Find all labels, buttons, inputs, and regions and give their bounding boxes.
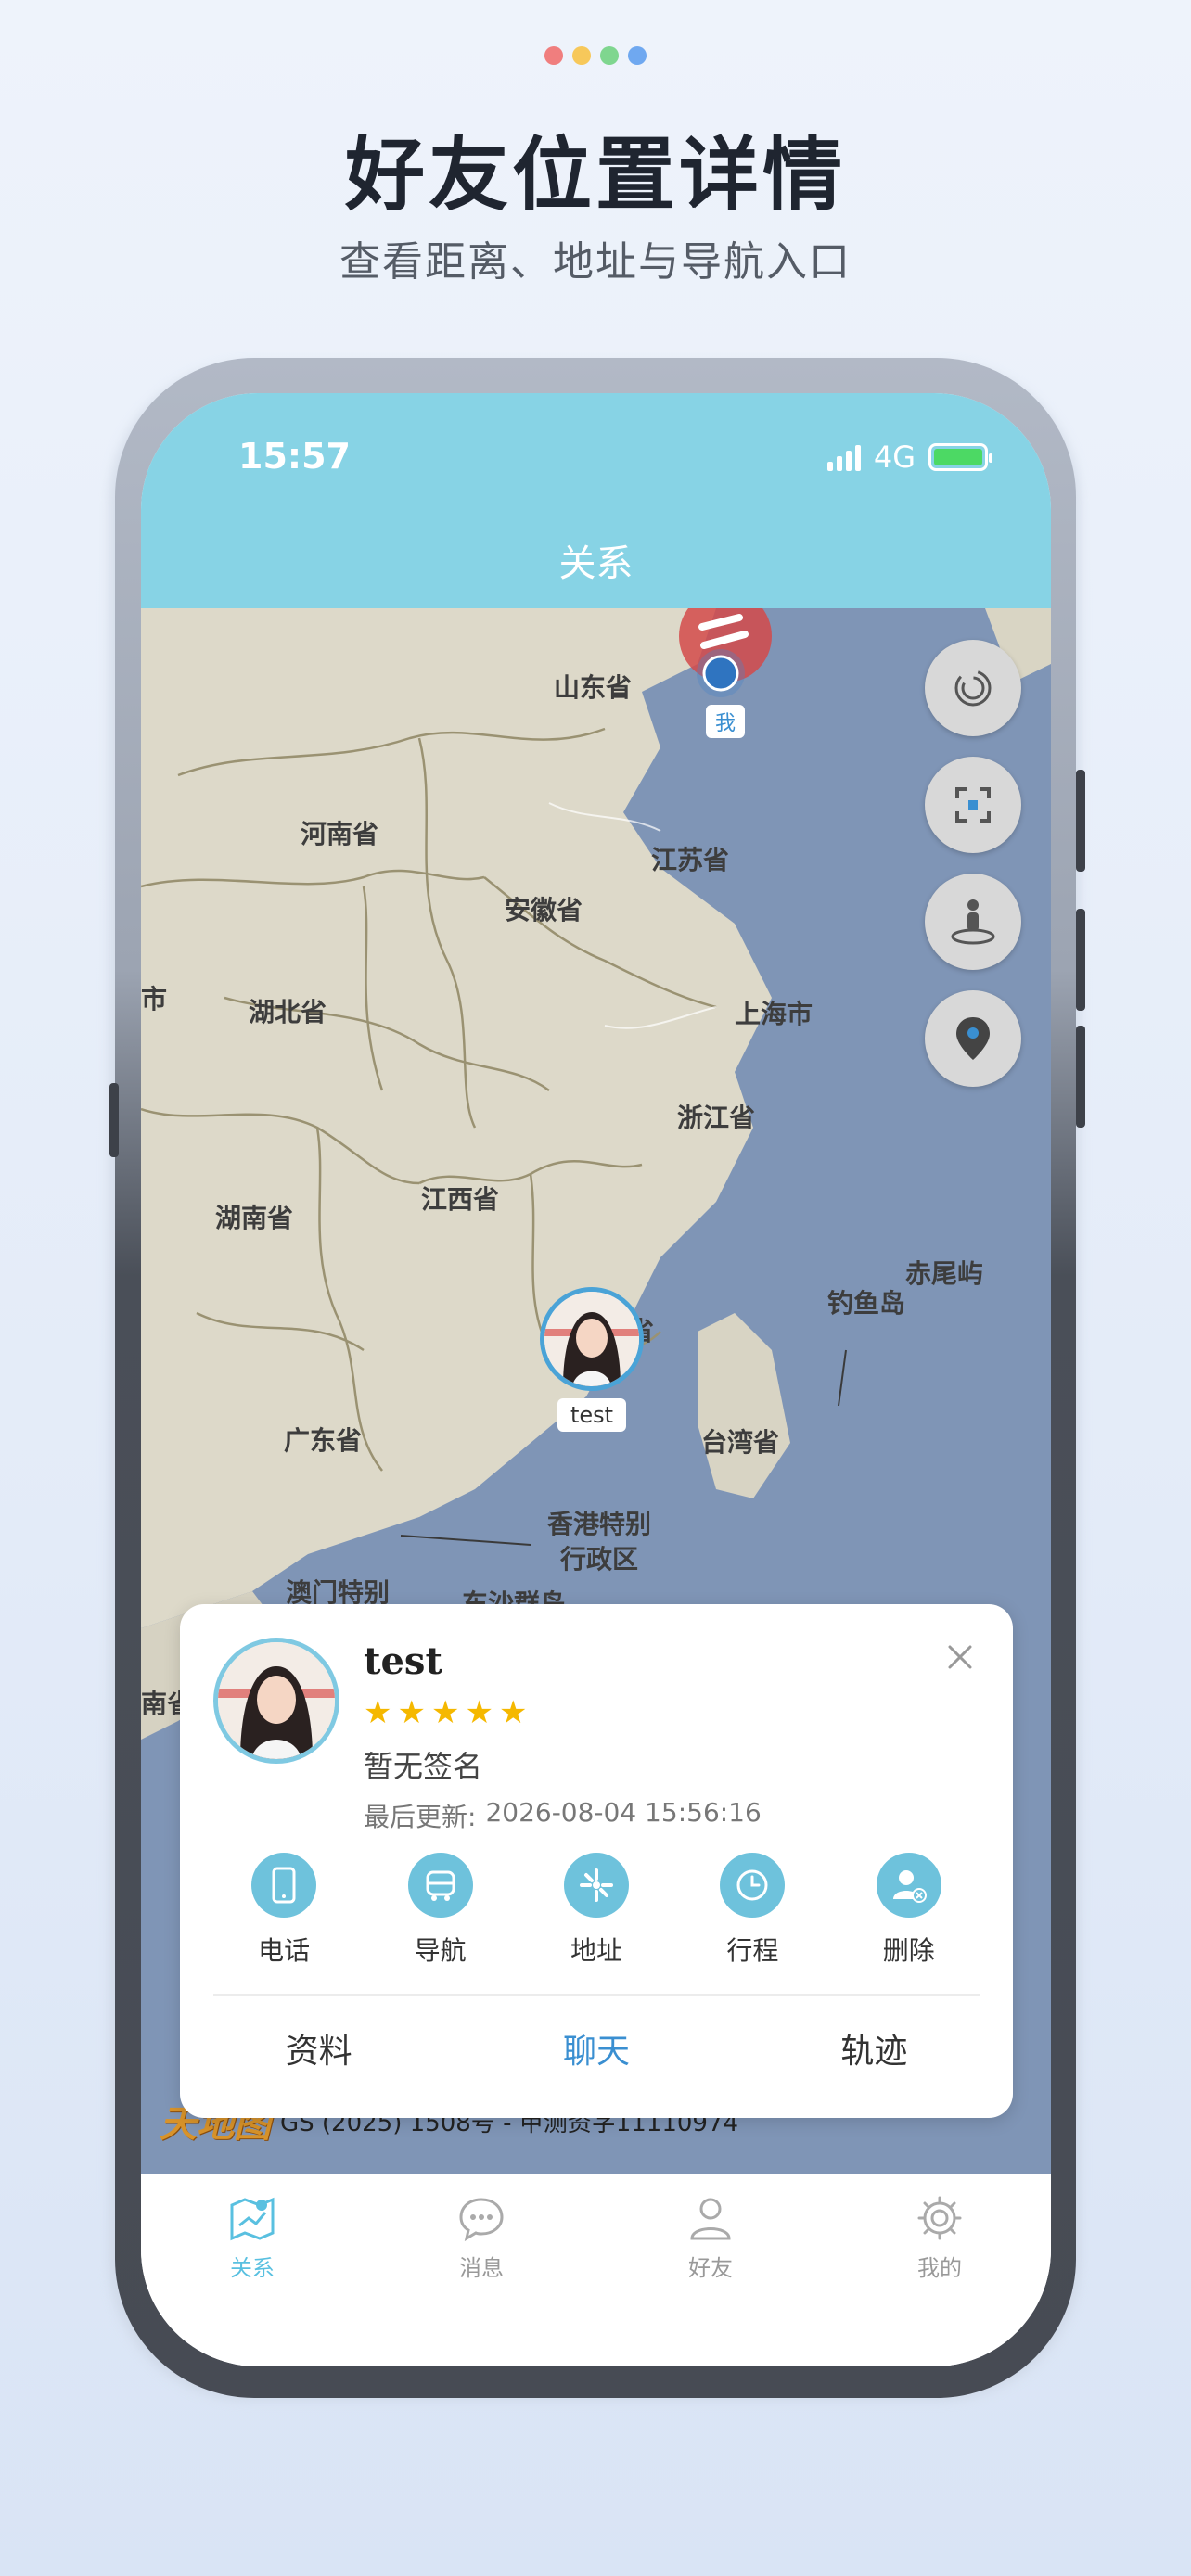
status-time: 15:57: [238, 436, 351, 477]
star-icon: ★: [397, 1694, 426, 1731]
map-label: 安徽省: [505, 895, 583, 925]
chat-icon: [459, 2198, 504, 2242]
trip-button[interactable]: 行程: [697, 1853, 808, 1968]
navigate-label: 导航: [414, 1935, 467, 1966]
dot-blue: [628, 46, 647, 65]
friend-info-card: test ★ ★ ★ ★ ★ 暂无签名 最后更新: 2026-08-04 15:…: [180, 1604, 1013, 2118]
tab-friends-label: 好友: [688, 2255, 733, 2281]
nav-title: 关系: [558, 542, 634, 585]
map-label: 行政区: [560, 1544, 639, 1575]
map-tools: [925, 640, 1021, 1087]
star-icon: ★: [465, 1694, 493, 1731]
trip-label: 行程: [726, 1935, 779, 1966]
navigation-icon: [426, 1870, 455, 1901]
map-label: 湖北省: [249, 997, 327, 1027]
call-label: 电话: [258, 1935, 311, 1966]
map-label: 上海市: [735, 999, 813, 1029]
profile-button[interactable]: 资料: [180, 1997, 457, 2107]
refresh-button[interactable]: [925, 640, 1021, 736]
friend-marker[interactable]: test: [540, 1287, 644, 1432]
status-bar: 15:57 4G: [141, 393, 1051, 519]
track-button[interactable]: 轨迹: [736, 1997, 1013, 2107]
gear-icon: [917, 2196, 962, 2240]
map-label: 香港特别: [547, 1509, 652, 1539]
address-icon: [579, 1868, 613, 1902]
close-icon: [948, 1645, 972, 1669]
clock-icon: [736, 1869, 768, 1901]
star-icon: ★: [498, 1694, 528, 1731]
refresh-icon: [954, 670, 992, 707]
focus-icon: [955, 787, 991, 823]
tab-relations-label: 关系: [230, 2255, 275, 2281]
status-indicators: 4G: [826, 440, 992, 475]
map-icon: [230, 2197, 275, 2241]
tab-mine[interactable]: 我的: [884, 2174, 995, 2366]
tab-relations[interactable]: 关系: [197, 2174, 308, 2366]
rating-stars: ★ ★ ★ ★ ★: [364, 1697, 527, 1728]
map-label: 钓鱼岛: [827, 1288, 906, 1319]
page-title: 好友位置详情: [345, 129, 846, 222]
phone-side-button: [1076, 909, 1085, 1011]
tab-friends[interactable]: 好友: [655, 2174, 766, 2366]
address-label: 地址: [570, 1935, 622, 1966]
map-label: 浙江省: [677, 1103, 756, 1133]
focus-button[interactable]: [925, 757, 1021, 853]
decorative-dots: [0, 46, 1191, 65]
dot-green: [600, 46, 619, 65]
map-label: 台湾省: [701, 1427, 780, 1458]
my-location-marker[interactable]: 我: [674, 608, 776, 742]
tab-messages[interactable]: 消息: [426, 2174, 537, 2366]
navigate-button[interactable]: 导航: [385, 1853, 496, 1968]
phone-side-button: [1076, 770, 1085, 872]
phone-icon: [272, 1867, 296, 1904]
person-icon: [690, 2198, 731, 2240]
map-label: 市: [141, 984, 168, 1014]
tab-bar: 关系 消息 好友 我的: [141, 2174, 1051, 2366]
my-location-label: 我: [706, 705, 746, 738]
friend-signature: 暂无签名: [364, 1749, 483, 1784]
delete-label: 删除: [882, 1935, 935, 1966]
phone-side-button: [109, 1083, 119, 1157]
map-label: 赤尾屿: [905, 1258, 984, 1289]
card-avatar[interactable]: [213, 1638, 339, 1764]
location-icon: [956, 1017, 990, 1060]
last-update-value: 2026-08-04 15:56:16: [485, 1797, 762, 1828]
map-label: 湖南省: [215, 1203, 294, 1233]
last-update-label: 最后更新:: [364, 1802, 477, 1832]
delete-friend-button[interactable]: 删除: [853, 1853, 965, 1968]
map-label: 山东省: [554, 672, 633, 703]
friend-name-label: test: [557, 1398, 627, 1432]
person-location-button[interactable]: [925, 874, 1021, 970]
card-divider: [213, 1994, 980, 1996]
delete-user-icon: [892, 1870, 927, 1903]
friend-avatar: [540, 1287, 644, 1391]
address-button[interactable]: 地址: [541, 1853, 652, 1968]
map-label: 江苏省: [651, 845, 730, 875]
dot-red: [544, 46, 563, 65]
card-bottom-actions: 资料 聊天 轨迹: [180, 1997, 1013, 2107]
map-label: 河南省: [301, 819, 379, 849]
last-update: 最后更新: 2026-08-04 15:56:16: [364, 1797, 762, 1834]
tab-messages-label: 消息: [459, 2255, 504, 2281]
map-label: 广东省: [284, 1425, 363, 1456]
phone-side-button: [1076, 1026, 1085, 1128]
close-button[interactable]: [946, 1643, 974, 1671]
tab-mine-label: 我的: [917, 2255, 962, 2281]
battery-icon: [928, 443, 992, 471]
star-icon: ★: [364, 1694, 392, 1731]
page-subtitle: 查看距离、地址与导航入口: [339, 238, 852, 286]
dot-yellow: [572, 46, 591, 65]
phone-screen: 15:57 4G 关系 山东省 河南省 江苏省 安徽省 湖北省 上海市 浙江省 …: [141, 393, 1051, 2366]
card-actions: 电话 导航 地址 行程 删除: [180, 1853, 1013, 1968]
chat-button[interactable]: 聊天: [457, 1997, 735, 2107]
network-label: 4G: [873, 440, 916, 475]
signal-icon: [826, 443, 861, 471]
my-location-button[interactable]: [925, 990, 1021, 1087]
map-label: 江西省: [421, 1184, 500, 1215]
person-pin-icon: [951, 899, 995, 945]
star-icon: ★: [430, 1694, 460, 1731]
friend-name: test: [364, 1639, 442, 1683]
call-button[interactable]: 电话: [228, 1853, 339, 1968]
nav-bar: 关系: [141, 519, 1051, 608]
